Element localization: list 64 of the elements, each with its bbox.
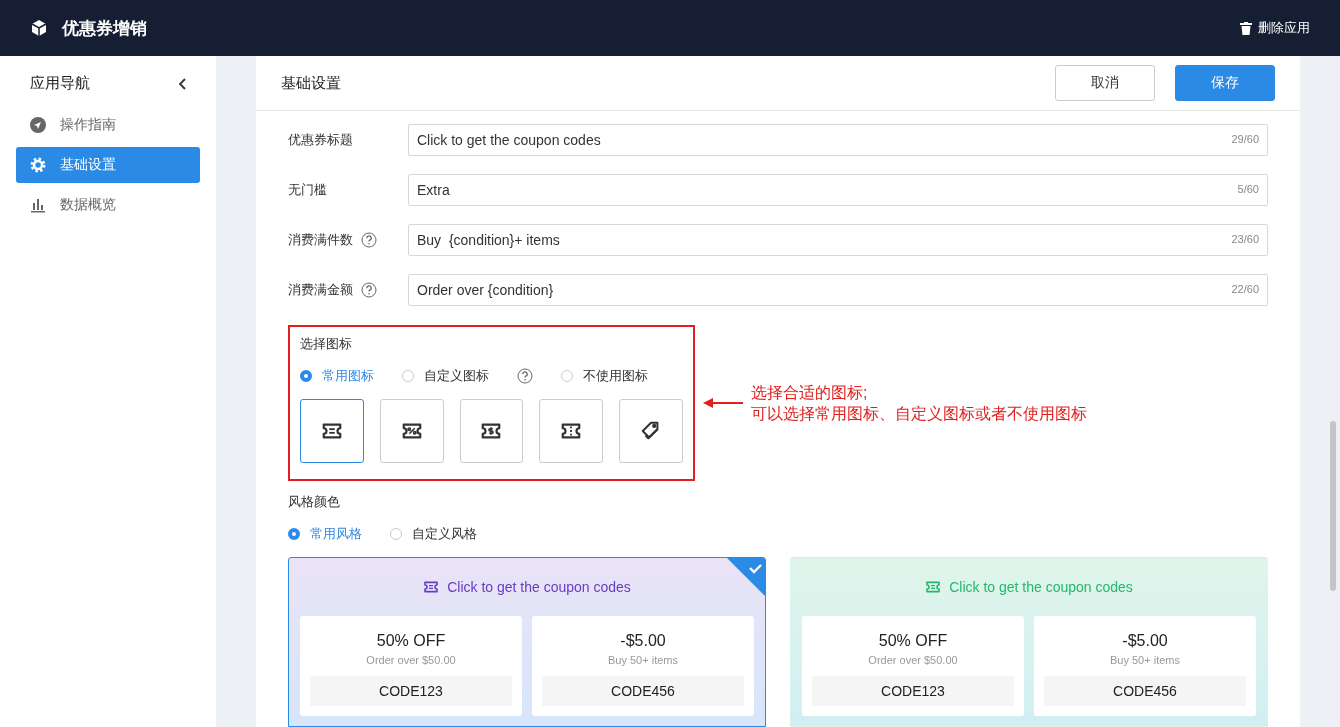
cancel-button[interactable]: 取消: [1055, 65, 1155, 101]
coupon-code: CODE456: [542, 676, 744, 706]
icon-choice[interactable]: [539, 399, 604, 463]
coupon-amount: 50% OFF: [878, 632, 948, 650]
help-icon[interactable]: [517, 368, 533, 384]
ticket-icon: [320, 420, 343, 442]
app-title: 优惠券增销: [62, 17, 147, 40]
char-count: 23/60: [1231, 233, 1259, 245]
trash-icon: [1240, 21, 1252, 35]
settings-icon: [30, 157, 46, 173]
field-label: 优惠券标题: [288, 131, 353, 149]
sidebar-item[interactable]: 操作指南: [16, 107, 200, 143]
icon-choice[interactable]: [300, 399, 364, 463]
check-corner-icon: [727, 558, 765, 596]
cube-icon: [30, 19, 48, 37]
coupon-amount: 50% OFF: [376, 632, 446, 650]
bar-chart-icon: [30, 197, 46, 213]
save-button[interactable]: 保存: [1175, 65, 1275, 101]
char-count: 22/60: [1231, 283, 1259, 295]
help-icon[interactable]: [361, 232, 377, 248]
card-title: 基础设置: [281, 73, 342, 93]
coupon-condition: Order over $50.00: [868, 654, 958, 666]
style-preset-card[interactable]: Click to get the coupon codes 50% OFF Order over $50.00 CODE123 -$5.00 Buy 50+ items CODE456: [288, 557, 766, 727]
char-count: 29/60: [1231, 133, 1259, 145]
preset-title: Click to get the coupon codes: [949, 579, 1133, 595]
field-label: 无门槛: [288, 181, 327, 199]
radio-option[interactable]: 自定义图标: [402, 367, 489, 385]
help-icon[interactable]: [361, 282, 377, 298]
sidebar-item[interactable]: 基础设置: [16, 147, 200, 183]
coupon-code: CODE123: [310, 676, 512, 706]
coupon-condition: Buy 50+ items: [1110, 654, 1180, 666]
coupon-amount: -$5.00: [1122, 632, 1168, 650]
sidebar-title: 应用导航: [30, 74, 90, 93]
radio-option[interactable]: 常用图标: [300, 367, 374, 385]
section-title: 选择图标: [300, 335, 353, 353]
coupon-condition: Order over $50.00: [366, 654, 456, 666]
collapse-chevron-icon[interactable]: [178, 77, 186, 90]
paper-plane-icon: [30, 117, 46, 133]
icon-choice[interactable]: [379, 399, 444, 463]
radio-option[interactable]: 常用风格: [288, 525, 362, 543]
icon-choice[interactable]: [459, 399, 524, 463]
radio-option[interactable]: 不使用图标: [561, 367, 648, 385]
scrollbar-thumb[interactable]: [1330, 421, 1336, 591]
ticket-icon: [423, 579, 440, 595]
ticket-icon: [925, 579, 942, 595]
pointer-arrow: [703, 397, 743, 409]
coupon-amount: -$5.00: [620, 632, 666, 650]
icon-choice[interactable]: [619, 399, 683, 463]
annotation-note: 选择合适的图标; 可以选择常用图标、自定义图标或者不使用图标: [751, 383, 1087, 424]
percent-ticket-icon: [400, 420, 423, 442]
section-title: 风格颜色: [288, 493, 341, 511]
char-count: 5/60: [1237, 183, 1259, 195]
field-label: 消费满金额: [288, 281, 353, 299]
radio-option[interactable]: 自定义风格: [390, 525, 477, 543]
coupon-code: CODE456: [1044, 676, 1246, 706]
style-preset-card[interactable]: Click to get the coupon codes 50% OFF Order over $50.00 CODE123 -$5.00 Buy 50+ items CODE456: [790, 557, 1268, 727]
dashed-ticket-icon: [560, 420, 583, 442]
dollar-ticket-icon: [480, 420, 503, 442]
coupon-condition: Buy 50+ items: [608, 654, 678, 666]
coupon-code: CODE123: [812, 676, 1014, 706]
delete-app-button[interactable]: 删除应用: [1240, 19, 1310, 37]
field-label: 消费满件数: [288, 231, 353, 249]
preset-title: Click to get the coupon codes: [447, 579, 631, 595]
sidebar-item[interactable]: 数据概览: [16, 187, 200, 223]
